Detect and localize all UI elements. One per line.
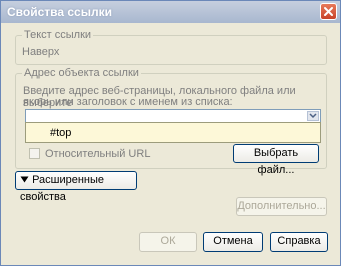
link-text-group-label: Текст ссылки (22, 29, 94, 41)
relative-url-checkbox[interactable] (29, 148, 40, 159)
url-dropdown-button[interactable] (307, 111, 319, 121)
dropdown-item-top[interactable]: #top (50, 126, 71, 140)
advanced-properties-label: Расширенные свойства (20, 174, 105, 203)
close-button[interactable] (320, 3, 337, 20)
link-text-value: Наверх (22, 46, 60, 58)
choose-file-button[interactable]: Выбрать файл... (233, 144, 319, 176)
triangle-down-icon (20, 174, 32, 186)
address-instruction-line2: якорь или заголовок с именем из списка: (23, 96, 233, 108)
cancel-button[interactable]: Отмена (203, 232, 263, 252)
ok-button[interactable]: ОК (139, 232, 197, 252)
advanced-edit-button[interactable]: Дополнительно... (236, 197, 327, 216)
relative-url-label: Относительный URL (45, 148, 151, 160)
link-text-group: Текст ссылки Наверх (15, 29, 327, 65)
link-location-group-label: Адрес объекта ссылки (22, 67, 141, 79)
window-title: Свойства ссылки (7, 5, 112, 19)
advanced-properties-toggle[interactable]: Расширенные свойства (15, 171, 137, 203)
help-button[interactable]: Справка (270, 232, 328, 252)
title-bar[interactable]: Свойства ссылки (1, 1, 340, 23)
link-properties-dialog: Свойства ссылки Текст ссылки Наверх Адре… (0, 0, 341, 266)
url-dropdown-list: #top (25, 122, 321, 143)
url-combobox[interactable] (25, 109, 321, 123)
